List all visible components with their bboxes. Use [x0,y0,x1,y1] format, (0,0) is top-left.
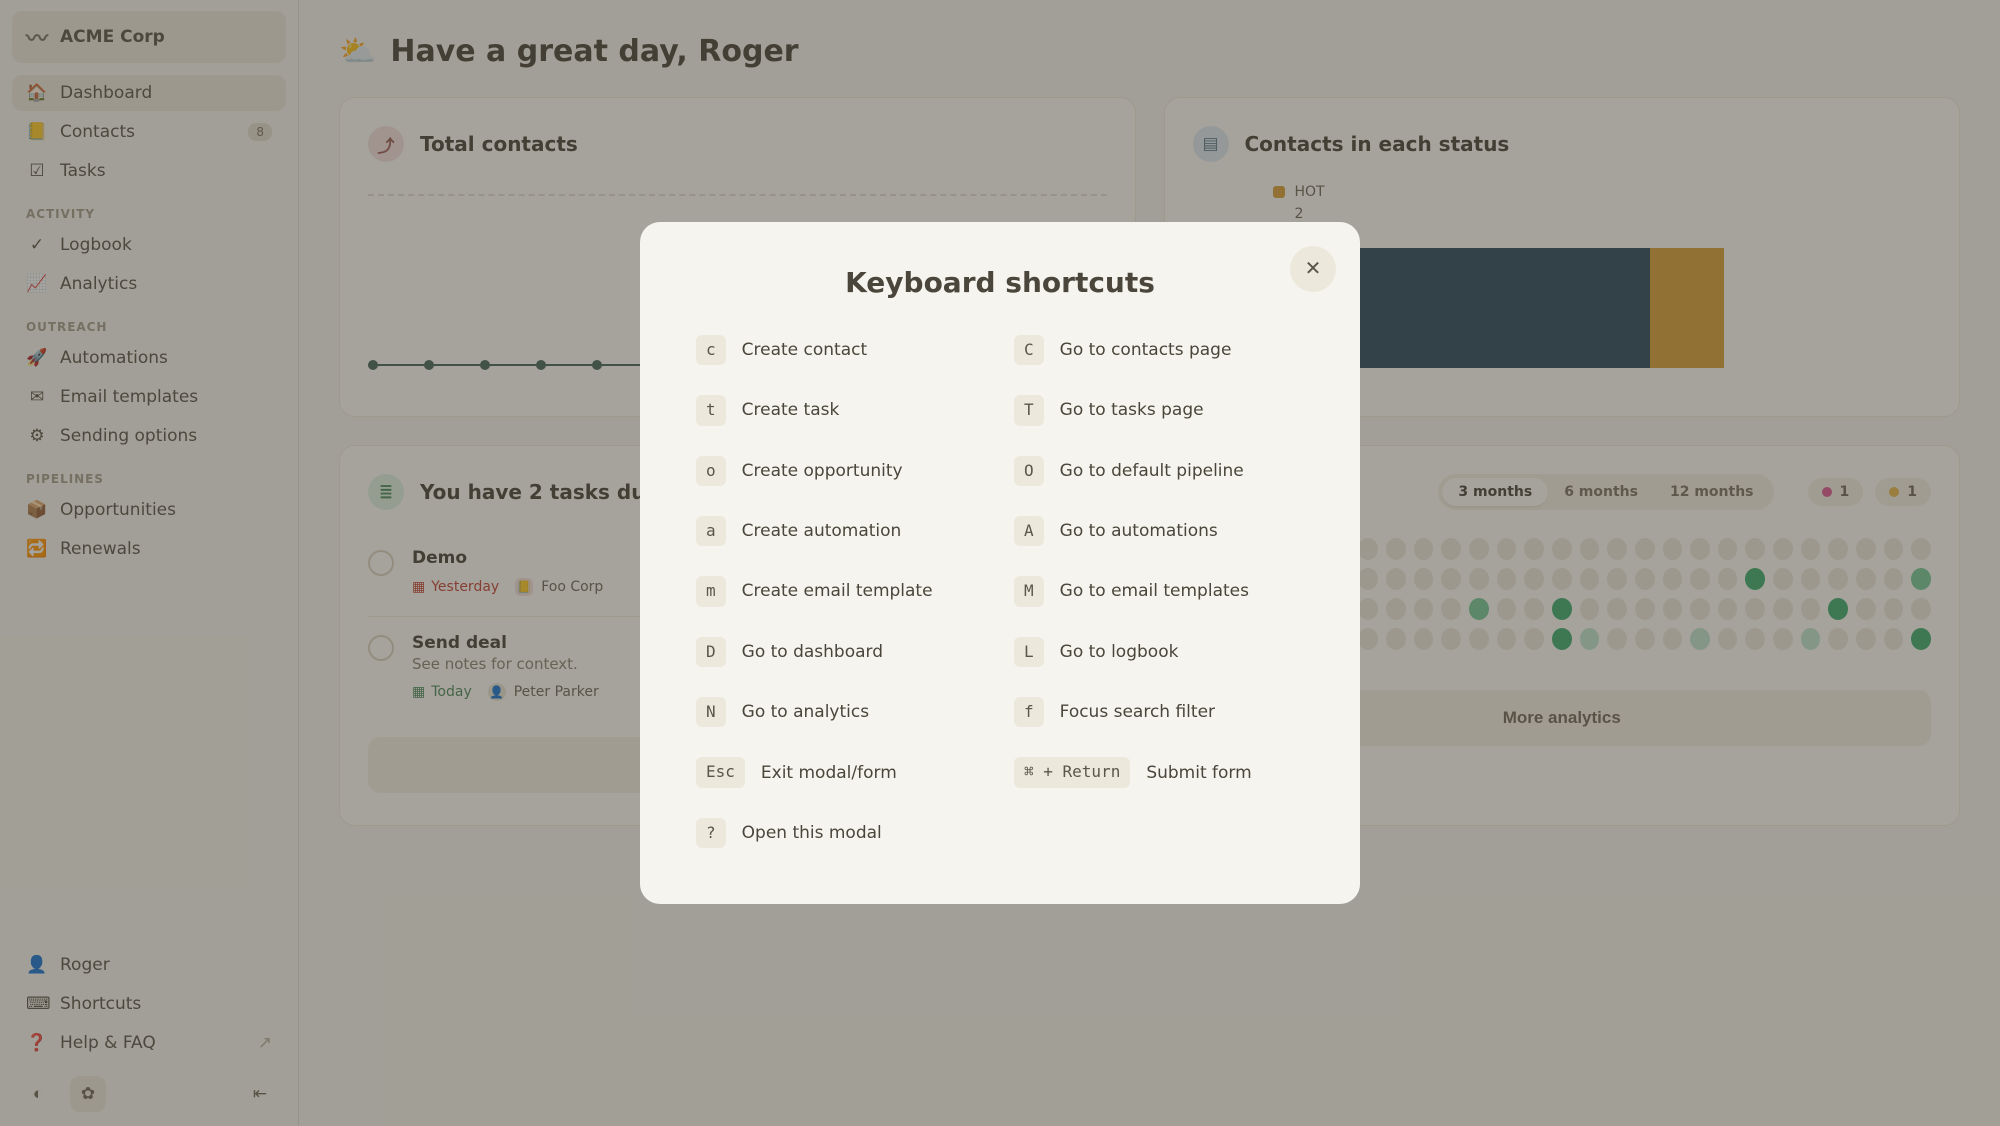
shortcut-key: Esc [696,757,745,787]
shortcut-label: Go to logbook [1060,642,1179,662]
modal-title: Keyboard shortcuts [696,266,1304,299]
shortcut-row: L Go to logbook [1014,637,1304,667]
shortcut-key: D [696,637,726,667]
shortcut-row: D Go to dashboard [696,637,986,667]
shortcut-row: a Create automation [696,516,986,546]
shortcut-key: L [1014,637,1044,667]
shortcut-row: C Go to contacts page [1014,335,1304,365]
shortcut-key: m [696,576,726,606]
shortcut-key: O [1014,456,1044,486]
shortcut-row: N Go to analytics [696,697,986,727]
shortcut-row: m Create email template [696,576,986,606]
shortcut-row: o Create opportunity [696,456,986,486]
shortcut-key: t [696,395,726,425]
shortcut-label: Go to automations [1060,521,1218,541]
shortcut-label: Exit modal/form [761,763,897,783]
shortcut-key: o [696,456,726,486]
shortcut-label: Go to email templates [1060,581,1249,601]
shortcut-key: f [1014,697,1044,727]
shortcut-label: Create contact [742,340,868,360]
shortcut-key: N [696,697,726,727]
shortcut-label: Open this modal [742,823,882,843]
shortcuts-modal: ✕ Keyboard shortcuts c Create contact C G… [640,222,1360,905]
shortcut-key: c [696,335,726,365]
shortcut-row: c Create contact [696,335,986,365]
shortcut-key: a [696,516,726,546]
shortcut-label: Create email template [742,581,933,601]
shortcut-label: Go to default pipeline [1060,461,1244,481]
shortcut-label: Submit form [1146,763,1251,783]
shortcut-row: t Create task [696,395,986,425]
shortcut-row: A Go to automations [1014,516,1304,546]
shortcut-row: T Go to tasks page [1014,395,1304,425]
shortcut-row: f Focus search filter [1014,697,1304,727]
shortcut-label: Create automation [742,521,902,541]
shortcut-label: Go to analytics [742,702,869,722]
shortcut-label: Go to contacts page [1060,340,1232,360]
shortcut-key: C [1014,335,1044,365]
shortcut-label: Focus search filter [1060,702,1215,722]
shortcut-key: ? [696,818,726,848]
shortcut-key: ⌘ + Return [1014,757,1130,787]
shortcut-label: Create opportunity [742,461,903,481]
close-icon: ✕ [1305,256,1322,281]
shortcut-row: Esc Exit modal/form [696,757,986,787]
shortcut-key: M [1014,576,1044,606]
shortcut-label: Create task [742,400,840,420]
shortcut-row: ? Open this modal [696,818,986,848]
shortcuts-list: c Create contact C Go to contacts page t C… [696,335,1304,849]
shortcut-label: Go to tasks page [1060,400,1204,420]
shortcut-label: Go to dashboard [742,642,883,662]
close-button[interactable]: ✕ [1290,246,1336,292]
modal-scrim[interactable]: ✕ Keyboard shortcuts c Create contact C G… [0,0,2000,1126]
shortcut-key: A [1014,516,1044,546]
shortcut-row: O Go to default pipeline [1014,456,1304,486]
shortcut-key: T [1014,395,1044,425]
shortcut-row: M Go to email templates [1014,576,1304,606]
shortcut-row: ⌘ + Return Submit form [1014,757,1304,787]
